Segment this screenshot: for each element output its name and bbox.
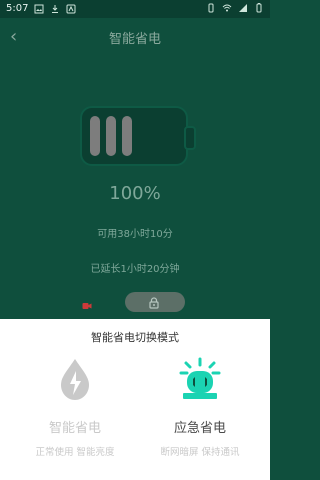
app-icon [66,4,76,14]
vibrate-icon [206,3,216,13]
image-icon [34,4,44,14]
page-title: 智能省电 [108,32,161,47]
notification-icons [34,4,76,14]
alarm-light-icon [177,357,223,403]
extended-time: 已延长1小时20分钟 [90,264,180,275]
mode-desc: 正常使用 智能亮度 [35,447,115,458]
battery-bar [122,116,132,156]
main-page: ‹ 智能省电 100% 可用38小时10分 已延长1小时20分钟 智能省电切换模… [0,18,270,480]
app-bar: ‹ 智能省电 [0,18,270,56]
available-time: 可用38小时10分 [97,229,173,240]
mode-emergency-save[interactable]: 应急省电 断网暗屏 保持通讯 [140,357,260,458]
power-saving-toggle[interactable] [125,292,185,312]
sheet-title: 智能省电切换模式 [91,331,179,344]
mode-smart-save[interactable]: 智能省电 正常使用 智能亮度 [15,357,135,458]
status-bar: 5:07 [0,0,270,18]
battery-status-icon [254,3,264,13]
battery-bar [90,116,100,156]
battery-visual [80,106,196,166]
battery-bar [106,116,116,156]
mode-switch-sheet: 智能省电切换模式 智能省电 正常使用 智能亮度 应急省电 断网暗屏 保持通讯 [0,319,270,480]
battery-percent: 100% [109,183,161,204]
lock-icon [147,295,161,309]
download-icon [50,4,60,14]
wifi-icon [222,3,232,13]
battery-cap [184,126,196,150]
video-icon [82,296,92,309]
mode-name: 应急省电 [173,421,226,436]
status-time: 5:07 [6,3,29,14]
system-icons [206,3,264,13]
power-saving-toggle-area [82,292,188,312]
mode-name: 智能省电 [48,421,101,436]
water-drop-bolt-icon [52,357,98,403]
signal-icon [238,3,248,13]
mode-desc: 断网暗屏 保持通讯 [160,447,240,458]
battery-bars [90,116,132,156]
